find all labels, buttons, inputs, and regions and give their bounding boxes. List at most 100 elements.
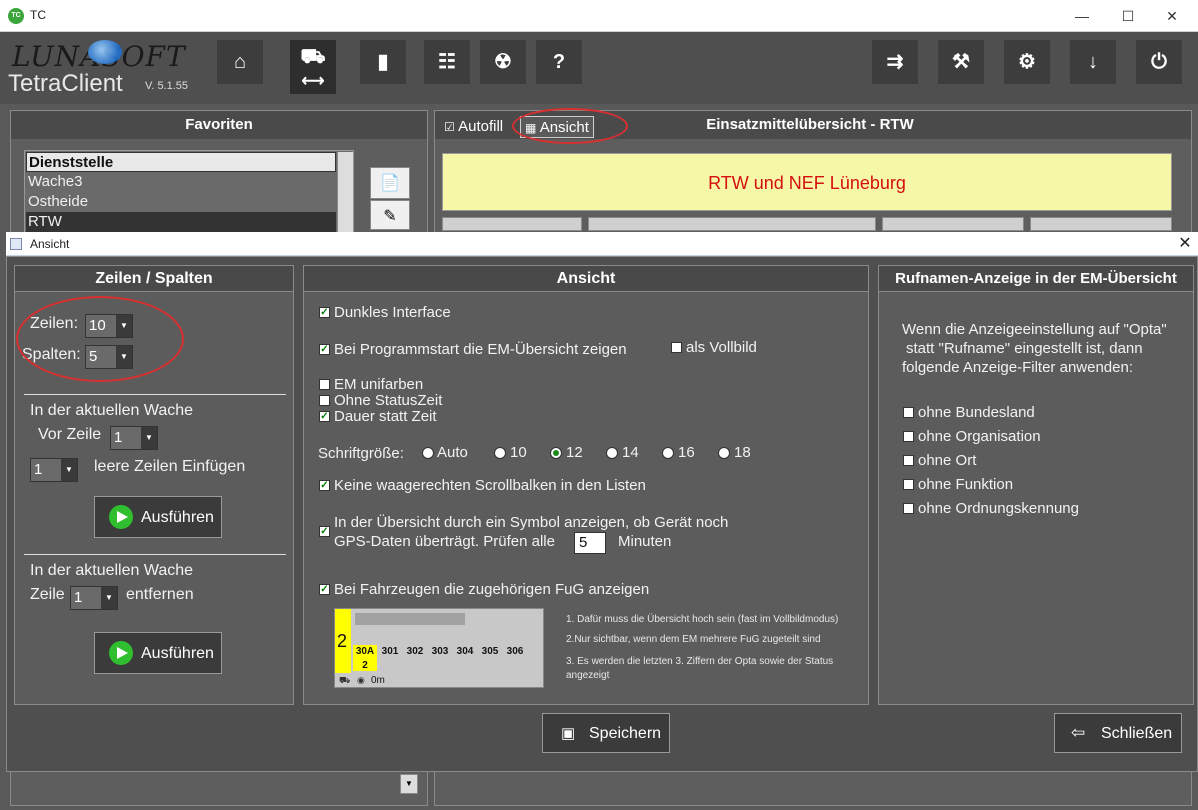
font-size-label: 12 — [566, 444, 583, 461]
floppy-disk-icon: ▣ — [561, 725, 576, 742]
forward-icon: ⇉ — [886, 51, 904, 73]
fug-preview-image: 2 30A 2 301 302 303 304 305 306 ⛟ ◉ 0m — [334, 608, 544, 688]
chevron-down-icon: ▼ — [141, 427, 157, 449]
filter-label: ohne Organisation — [918, 428, 1041, 445]
grid-cell[interactable] — [588, 217, 876, 231]
list-item[interactable]: Ostheide — [26, 192, 336, 212]
close-dialog-button[interactable]: ⇦ Schließen — [1054, 713, 1182, 753]
rufnamen-desc-2: statt "Rufname" eingestellt ist, dann — [906, 340, 1143, 357]
dunkles-checkbox[interactable]: ✓ — [319, 307, 330, 318]
radiation-icon: ☢ — [494, 51, 512, 73]
dauer-label: Dauer statt Zeit — [334, 408, 437, 425]
grid-cell[interactable] — [882, 217, 1024, 231]
font-size-label: 14 — [622, 444, 639, 461]
list-item[interactable]: Wache3 — [26, 172, 336, 192]
vor-zeile-select[interactable]: 1 ▼ — [110, 426, 158, 450]
filter-checkbox[interactable] — [903, 431, 914, 442]
dauer-checkbox[interactable]: ✓ — [319, 411, 330, 422]
chevron-down-icon: ▼ — [101, 587, 117, 609]
vehicles-button[interactable]: ⛟ ⟷ — [290, 40, 336, 94]
font-size-label: Auto — [437, 444, 468, 461]
minimize-button[interactable]: — — [1062, 4, 1102, 28]
font-size-radio-selected[interactable] — [550, 447, 562, 459]
tree-button[interactable]: ☷ — [424, 40, 470, 84]
favoriten-title: Favoriten — [11, 111, 427, 139]
filter-checkbox[interactable] — [903, 455, 914, 466]
edit-favorite-button[interactable]: ✎ — [370, 200, 410, 230]
filter-checkbox[interactable] — [903, 503, 914, 514]
forward-button[interactable]: ⇉ — [872, 40, 918, 84]
fug-checkbox[interactable]: ✓ — [319, 584, 330, 595]
download-button[interactable]: ↓ — [1070, 40, 1116, 84]
filter-label: ohne Ordnungskennung — [918, 500, 1079, 517]
play-icon — [109, 641, 133, 665]
note-3: 3. Es werden die letzten 3. Ziffern der … — [566, 656, 834, 667]
app-logo-icon: TC — [8, 8, 24, 24]
grid-cell[interactable] — [1030, 217, 1172, 231]
zeile-value: 1 — [74, 589, 83, 606]
help-button[interactable]: ? — [536, 40, 582, 84]
tree-icon: ☷ — [438, 51, 456, 73]
settings-button[interactable]: ⚙ — [1004, 40, 1050, 84]
programmstart-checkbox[interactable]: ✓ — [319, 344, 330, 355]
home-button[interactable]: ⌂ — [217, 40, 263, 84]
power-button[interactable]: ⏻ — [1136, 40, 1182, 84]
list-item[interactable]: Dienststelle — [26, 152, 336, 172]
highlight-oval — [512, 108, 628, 144]
wrench-button[interactable]: ⚒ — [938, 40, 984, 84]
save-button[interactable]: ▣ Speichern — [542, 713, 670, 753]
ohne-status-checkbox[interactable] — [319, 395, 330, 406]
back-arrow-icon: ⇦ — [1071, 723, 1086, 742]
window-close-button[interactable]: ✕ — [1152, 4, 1192, 28]
preview-number: 2 — [337, 631, 348, 651]
filter-checkbox[interactable] — [903, 479, 914, 490]
vollbild-checkbox[interactable] — [671, 342, 682, 353]
ohne-status-label: Ohne StatusZeit — [334, 392, 443, 409]
vehicles-icon: ⛟ — [300, 46, 326, 68]
home-icon: ⌂ — [233, 51, 247, 73]
list-item[interactable]: RTW — [26, 212, 336, 232]
filter-checkbox[interactable] — [903, 407, 914, 418]
gps-label-line1: In der Übersicht durch ein Symbol anzeig… — [334, 514, 729, 531]
font-size-radio[interactable] — [606, 447, 618, 459]
dialog-close-button[interactable]: ✕ — [1172, 232, 1198, 256]
radiation-button[interactable]: ☢ — [480, 40, 526, 84]
dialog-icon — [10, 238, 22, 250]
list-scrollbar[interactable] — [337, 152, 353, 232]
autofill-label: Autofill — [458, 118, 504, 135]
gps-checkbox[interactable]: ✓ — [319, 526, 330, 537]
button-label: Speichern — [589, 725, 662, 742]
gear-icon: ⚙ — [1018, 51, 1036, 73]
font-size-radio[interactable] — [494, 447, 506, 459]
entfernen-label: entfernen — [126, 586, 194, 603]
play-icon — [109, 505, 133, 529]
zeile-label: Zeile — [30, 586, 65, 603]
zeile-select[interactable]: 1 ▼ — [70, 586, 118, 610]
maximize-button[interactable]: ☐ — [1108, 4, 1148, 28]
font-size-radio[interactable] — [422, 447, 434, 459]
scroll-down-button[interactable]: ▼ — [400, 774, 418, 794]
note-3b: angezeigt — [566, 670, 610, 681]
gps-minutes-input[interactable]: 5 — [574, 532, 606, 554]
leere-zeilen-select[interactable]: 1 ▼ — [30, 458, 78, 482]
rufnamen-desc-1: Wenn die Anzeigeeinstellung auf "Opta" — [902, 321, 1167, 338]
ausfuehren-insert-button[interactable]: Ausführen — [94, 496, 222, 538]
unifarben-checkbox[interactable] — [319, 379, 330, 390]
preview-cell: 304 — [456, 646, 474, 657]
grid-cell[interactable] — [442, 217, 582, 231]
font-size-radio[interactable] — [662, 447, 674, 459]
scrollbalken-checkbox[interactable]: ✓ — [319, 480, 330, 491]
overview-title: Einsatzmittelübersicht - RTW — [706, 116, 914, 133]
version-label: V. 5.1.55 — [145, 80, 189, 92]
font-size-radio[interactable] — [718, 447, 730, 459]
gps-icon: ◉ — [357, 675, 365, 685]
preview-cell: 305 — [481, 646, 499, 657]
autofill-button[interactable]: ☑ Autofill — [440, 116, 507, 138]
window-titlebar — [0, 0, 1198, 32]
add-favorite-button[interactable]: 📄 — [370, 167, 410, 199]
chevron-down-icon: ▼ — [61, 459, 77, 481]
ausfuehren-remove-button[interactable]: Ausführen — [94, 632, 222, 674]
scrollbalken-label: Keine waagerechten Scrollbalken in den L… — [334, 477, 646, 494]
radio-button[interactable]: ▮ — [360, 40, 406, 84]
station-banner: RTW und NEF Lüneburg — [442, 153, 1172, 211]
